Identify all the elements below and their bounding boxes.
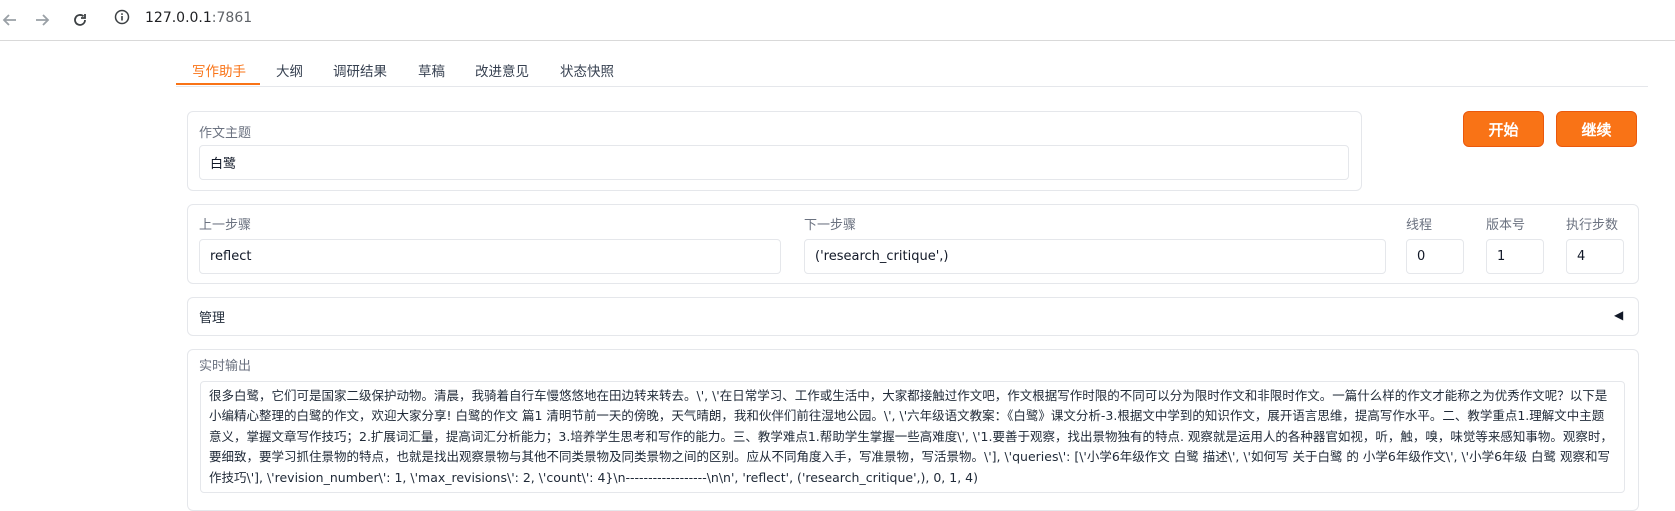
- tab-critique[interactable]: 改进意见: [475, 60, 529, 80]
- tab-bar: 写作助手 大纲 调研结果 草稿 改进意见 状态快照: [176, 56, 1648, 87]
- tab-research-results[interactable]: 调研结果: [333, 60, 387, 80]
- thread-field[interactable]: 0: [1406, 239, 1464, 274]
- prev-step-field[interactable]: reflect: [199, 239, 781, 274]
- url-port: :7861: [211, 10, 253, 26]
- next-step-field[interactable]: ('research_critique',): [804, 239, 1386, 274]
- topic-label: 作文主题: [199, 126, 252, 141]
- output-textarea[interactable]: 地展示着自己洁白无暇的身子，像是仙女在\', \'在平平淡淡的日常中，大家对作文…: [200, 381, 1625, 493]
- prev-step-label: 上一步骤: [199, 218, 252, 233]
- address-bar[interactable]: 127.0.0.1:7861: [145, 10, 252, 26]
- tab-outline[interactable]: 大纲: [276, 60, 303, 80]
- state-panel: 上一步骤 reflect 下一步骤 ('research_critique',)…: [187, 204, 1639, 284]
- steps-field[interactable]: 4: [1566, 239, 1624, 274]
- topic-panel: 作文主题 白鹭: [187, 111, 1362, 191]
- steps-label: 执行步数: [1566, 218, 1619, 233]
- output-text: 地展示着自己洁白无暇的身子，像是仙女在\', \'在平平淡淡的日常中，大家对作文…: [209, 387, 1613, 485]
- arrow-left-icon[interactable]: [0, 8, 22, 32]
- reload-icon[interactable]: [68, 8, 92, 32]
- topic-input[interactable]: 白鹭: [199, 145, 1349, 180]
- tab-draft[interactable]: 草稿: [418, 60, 445, 80]
- browser-toolbar: 127.0.0.1:7861: [0, 0, 1675, 41]
- manage-label: 管理: [199, 311, 226, 326]
- start-button[interactable]: 开始: [1463, 111, 1544, 147]
- thread-label: 线程: [1406, 218, 1433, 233]
- version-label: 版本号: [1486, 218, 1526, 233]
- triangle-left-icon[interactable]: ◀: [1614, 308, 1623, 322]
- tab-writing-assistant[interactable]: 写作助手: [192, 60, 246, 80]
- active-tab-indicator: [176, 83, 260, 85]
- tab-state-snapshot[interactable]: 状态快照: [560, 60, 614, 80]
- url-host: 127.0.0.1: [145, 10, 212, 26]
- continue-button[interactable]: 继续: [1556, 111, 1637, 147]
- output-label: 实时输出: [199, 359, 252, 374]
- arrow-right-icon[interactable]: [30, 8, 54, 32]
- manage-accordion[interactable]: 管理 ◀: [187, 297, 1639, 336]
- next-step-label: 下一步骤: [804, 218, 857, 233]
- version-field[interactable]: 1: [1486, 239, 1544, 274]
- info-circle-icon[interactable]: [114, 9, 130, 25]
